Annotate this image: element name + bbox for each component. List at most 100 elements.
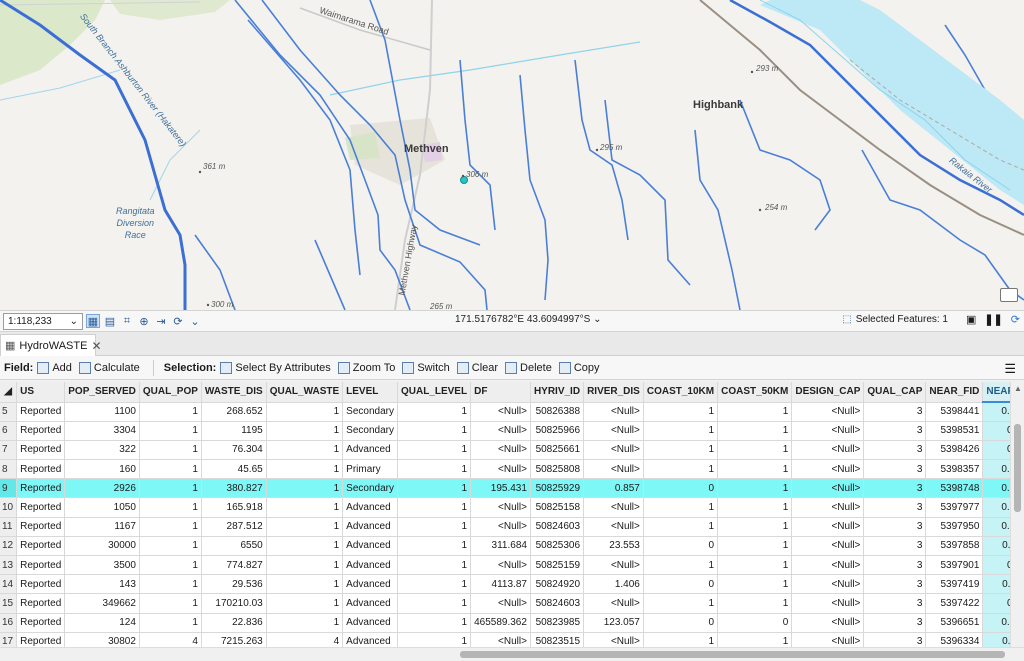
table-cell[interactable]: 29.536 (201, 574, 267, 595)
table-cell[interactable]: <Null> (791, 459, 865, 480)
table-cell[interactable]: 0.00875 (982, 440, 1010, 461)
table-cell[interactable]: 45.65 (201, 459, 267, 480)
row-number[interactable]: 9 (0, 478, 18, 499)
table-cell[interactable]: 1 (397, 459, 472, 480)
table-cell[interactable]: Reported (16, 402, 66, 422)
table-cell[interactable]: 1 (139, 536, 202, 557)
snapping-icon[interactable]: ⌗ (120, 314, 134, 328)
table-cell[interactable]: 0.005657 (982, 459, 1010, 480)
column-header[interactable]: POP_SERVED (64, 382, 140, 403)
map-view[interactable]: Methven Highbank 361 m 306 m 295 m 293 m… (0, 0, 1024, 310)
table-row[interactable]: 16 Reported 124 1 22.836 1 Advanced 1 465589.362… (0, 613, 1010, 633)
table-cell[interactable]: 50825661 (530, 440, 585, 461)
table-row[interactable]: 17 Reported 30802 4 7215.263 4 Advanced 1 <Null>… (0, 632, 1010, 647)
row-number[interactable]: 13 (0, 555, 18, 576)
table-cell[interactable]: 1 (643, 632, 719, 647)
table-cell[interactable]: <Null> (583, 632, 644, 647)
table-cell[interactable]: 5397419 (925, 574, 984, 595)
table-cell[interactable]: 1 (139, 478, 202, 499)
table-cell[interactable]: Reported (16, 421, 66, 441)
table-cell[interactable]: 1 (717, 632, 793, 647)
table-cell[interactable]: 1 (139, 574, 202, 595)
table-cell[interactable]: Secondary (342, 421, 398, 441)
table-cell[interactable]: 3 (863, 536, 927, 557)
table-cell[interactable]: 50824603 (530, 593, 585, 614)
table-cell[interactable]: 1 (266, 440, 344, 461)
table-cell[interactable]: 1 (397, 593, 472, 614)
table-cell[interactable]: <Null> (470, 459, 531, 480)
table-cell[interactable]: Advanced (342, 555, 398, 576)
table-cell[interactable]: 50825306 (530, 536, 585, 557)
table-cell[interactable]: Reported (16, 574, 66, 595)
table-cell[interactable]: 50824603 (530, 517, 585, 537)
table-cell[interactable]: <Null> (791, 497, 865, 518)
table-cell[interactable]: 165.918 (201, 497, 267, 518)
table-cell[interactable]: Reported (16, 555, 66, 576)
table-row[interactable]: 11 Reported 1167 1 287.512 1 Advanced 1 <Null> 50… (0, 517, 1010, 537)
table-row[interactable]: 7 Reported 322 1 76.304 1 Advanced 1 <Null> 50825… (0, 440, 1010, 461)
table-cell[interactable]: 1 (266, 574, 344, 595)
table-cell[interactable]: 1 (266, 593, 344, 614)
table-cell[interactable]: 30802 (64, 632, 140, 647)
select-by-attributes-button[interactable]: Select By Attributes (220, 361, 331, 374)
column-header[interactable]: DESIGN_CAP (791, 382, 865, 403)
table-cell[interactable]: 3 (863, 613, 927, 633)
table-cell[interactable]: 465589.362 (470, 613, 531, 633)
table-cell[interactable]: 0.021108 (982, 632, 1010, 647)
table-cell[interactable]: 3 (863, 632, 927, 647)
column-header[interactable]: HYRIV_ID (530, 382, 585, 403)
table-cell[interactable]: 1 (139, 459, 202, 480)
table-cell[interactable]: Reported (16, 536, 66, 557)
table-cell[interactable]: 5398531 (925, 421, 984, 441)
table-cell[interactable]: 1 (717, 593, 793, 614)
table-cell[interactable]: <Null> (470, 402, 531, 422)
copy-button[interactable]: Copy (558, 361, 600, 374)
table-cell[interactable]: 0.011705 (982, 536, 1010, 557)
column-header[interactable]: LEVEL (342, 382, 398, 403)
table-cell[interactable]: 0.010758 (982, 402, 1010, 422)
switch-selection-button[interactable]: Switch (402, 361, 450, 374)
row-number[interactable]: 10 (0, 497, 18, 518)
table-cell[interactable]: 1 (139, 613, 202, 633)
table-cell[interactable]: Reported (16, 440, 66, 461)
column-header[interactable]: DF (470, 382, 531, 403)
attribute-table[interactable]: ◢ US POP_SERVED QUAL_POP WASTE_DIS QUAL_WAST… (0, 382, 1010, 647)
table-cell[interactable]: 1 (717, 536, 793, 557)
table-cell[interactable]: 1050 (64, 497, 140, 518)
table-cell[interactable]: 50825808 (530, 459, 585, 480)
column-header[interactable]: NEAR_FID (925, 382, 984, 403)
table-row[interactable]: 6 Reported 3304 1 1195 1 Secondary 1 <Null> 50825… (0, 421, 1010, 441)
table-cell[interactable]: 3 (863, 402, 927, 422)
menu-icon[interactable]: ☰ (1004, 361, 1016, 377)
table-cell[interactable]: 7215.263 (201, 632, 267, 647)
table-cell[interactable]: 3 (863, 440, 927, 461)
close-icon[interactable]: ✕ (91, 339, 101, 353)
table-row[interactable]: 5 Reported 1100 1 268.652 1 Secondary 1 <Null> 50… (0, 402, 1010, 422)
table-cell[interactable]: 1 (139, 497, 202, 518)
table-cell[interactable]: Reported (16, 632, 66, 647)
table-cell[interactable]: 1 (139, 402, 202, 422)
table-cell[interactable]: 4113.87 (470, 574, 531, 595)
table-cell[interactable]: 1 (717, 497, 793, 518)
table-cell[interactable]: 0.006364 (982, 478, 1010, 499)
table-cell[interactable]: <Null> (583, 402, 644, 422)
table-cell[interactable]: 1 (397, 402, 472, 422)
table-row[interactable]: 10 Reported 1050 1 165.918 1 Advanced 1 <Null> 50… (0, 497, 1010, 518)
refresh-icon[interactable]: ⟳ (1011, 313, 1020, 326)
table-cell[interactable]: 0.03367 (982, 555, 1010, 576)
row-number[interactable]: 6 (0, 421, 18, 441)
table-cell[interactable]: <Null> (470, 421, 531, 441)
table-cell[interactable]: 1 (139, 593, 202, 614)
table-cell[interactable]: 0 (643, 574, 719, 595)
table-cell[interactable]: 1 (139, 421, 202, 441)
table-cell[interactable]: <Null> (791, 574, 865, 595)
table-cell[interactable]: 50825966 (530, 421, 585, 441)
table-cell[interactable]: 4 (139, 632, 202, 647)
table-cell[interactable]: 0.00922 (982, 421, 1010, 441)
table-cell[interactable]: 1 (717, 459, 793, 480)
row-number[interactable]: 12 (0, 536, 18, 557)
table-cell[interactable]: 0.034906 (982, 517, 1010, 537)
table-cell[interactable]: 1 (717, 517, 793, 537)
table-cell[interactable]: 160 (64, 459, 140, 480)
row-number[interactable]: 14 (0, 574, 18, 595)
